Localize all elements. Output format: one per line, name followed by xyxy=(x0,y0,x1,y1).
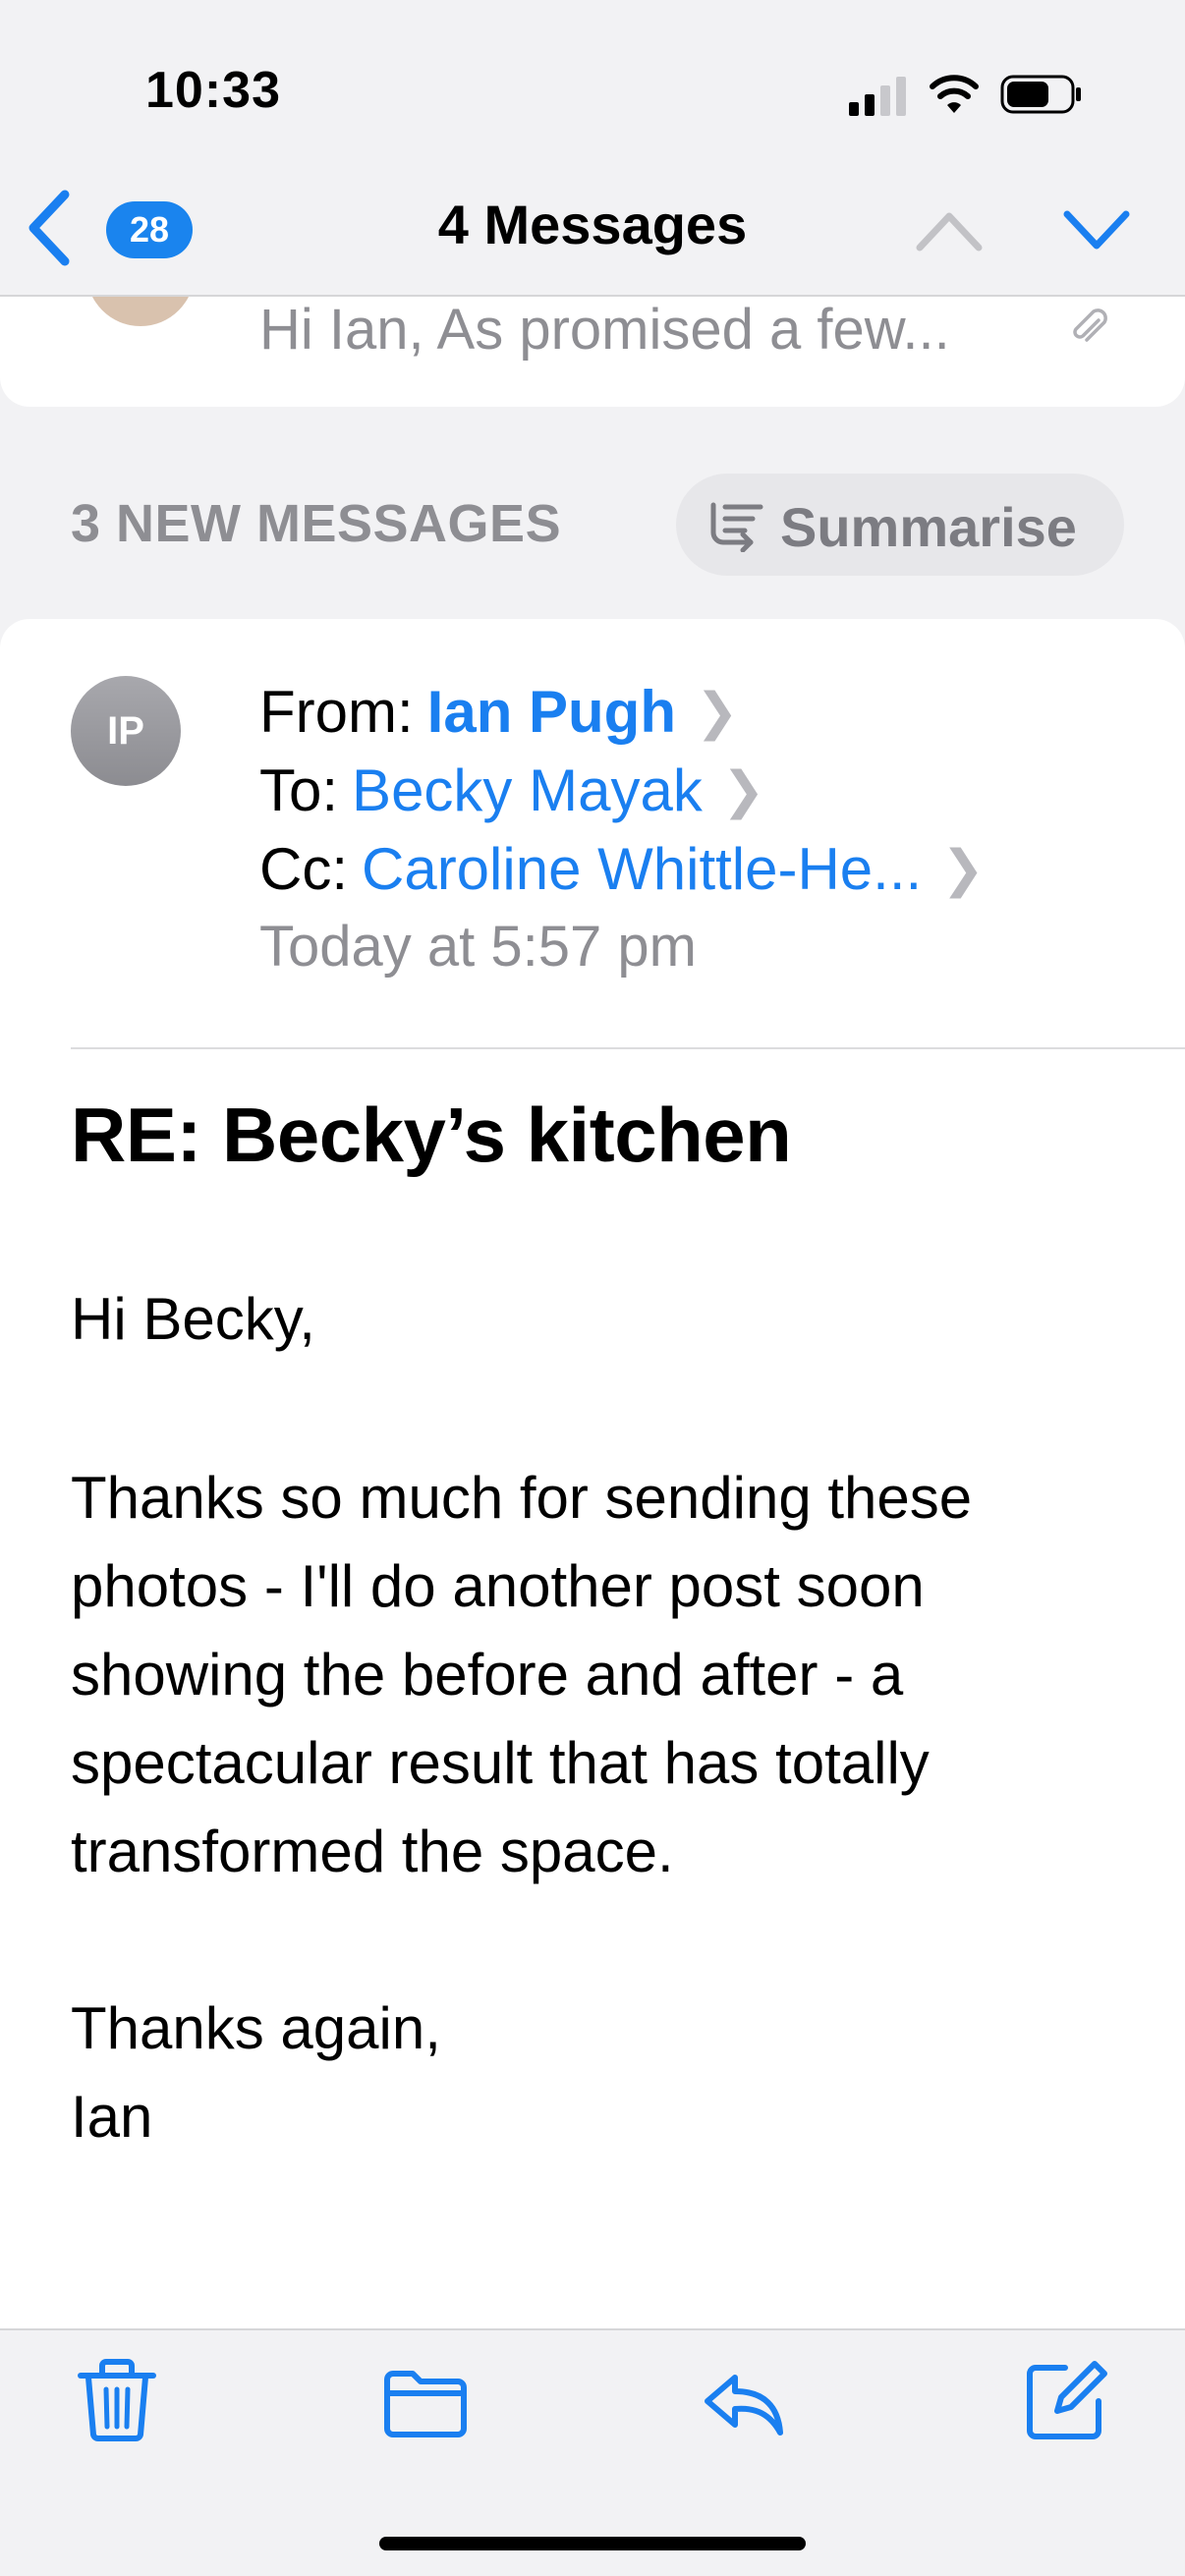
battery-icon xyxy=(1000,75,1081,114)
compose-icon[interactable] xyxy=(1022,2356,1110,2444)
cc-label: Cc: xyxy=(259,836,348,902)
to-line: To: Becky Mayak ❯ xyxy=(259,756,764,824)
folder-icon[interactable] xyxy=(381,2358,470,2446)
to-label: To: xyxy=(259,757,339,823)
from-line: From: Ian Pugh ❯ xyxy=(259,678,739,746)
signature-name: Ian xyxy=(71,2084,153,2150)
sender-avatar[interactable]: IP xyxy=(71,676,181,786)
message-snippet: Hi Ian, As promised a few... xyxy=(259,298,950,362)
from-name-link[interactable]: Ian Pugh xyxy=(427,678,676,746)
chevron-right-icon[interactable]: ❯ xyxy=(696,683,739,742)
to-name-link[interactable]: Becky Mayak xyxy=(352,756,703,824)
body-greeting: Hi Becky, xyxy=(71,1286,315,1352)
message-date: Today at 5:57 pm xyxy=(259,915,697,979)
cc-name-link[interactable]: Caroline Whittle-He... xyxy=(362,835,922,903)
summarise-label: Summarise xyxy=(780,496,1077,558)
next-message-chevron-icon[interactable] xyxy=(1061,206,1132,253)
body-signoff: Thanks again, Ian xyxy=(71,1985,441,2161)
summarise-button[interactable]: Summarise xyxy=(676,474,1124,576)
signoff-line: Thanks again, xyxy=(71,1995,441,2061)
body-paragraph: Thanks so much for sending these photos … xyxy=(71,1454,1152,1896)
new-messages-label: 3 NEW MESSAGES xyxy=(71,494,562,553)
home-indicator[interactable] xyxy=(379,2537,806,2550)
reply-icon[interactable] xyxy=(700,2358,788,2446)
cellular-signal-icon xyxy=(849,77,906,116)
previous-message-card[interactable]: Hi Ian, As promised a few... xyxy=(0,297,1185,407)
wifi-icon xyxy=(930,75,979,113)
paperclip-icon xyxy=(1073,308,1107,342)
chevron-right-icon[interactable]: ❯ xyxy=(941,840,985,899)
header-divider xyxy=(71,1047,1185,1049)
trash-icon[interactable] xyxy=(73,2356,161,2444)
toolbar-divider xyxy=(0,2328,1185,2330)
summarise-icon xyxy=(710,502,763,552)
avatar xyxy=(86,297,195,326)
status-time: 10:33 xyxy=(145,62,281,119)
nav-title: 4 Messages xyxy=(437,194,748,255)
previous-message-chevron-icon[interactable] xyxy=(914,206,985,253)
from-label: From: xyxy=(259,679,414,745)
body-paragraph-text: Thanks so much for sending these photos … xyxy=(71,1465,973,1884)
cc-line: Cc: Caroline Whittle-He... ❯ xyxy=(259,835,985,903)
message-subject: RE: Becky’s kitchen xyxy=(71,1092,792,1178)
chevron-right-icon[interactable]: ❯ xyxy=(722,761,765,820)
